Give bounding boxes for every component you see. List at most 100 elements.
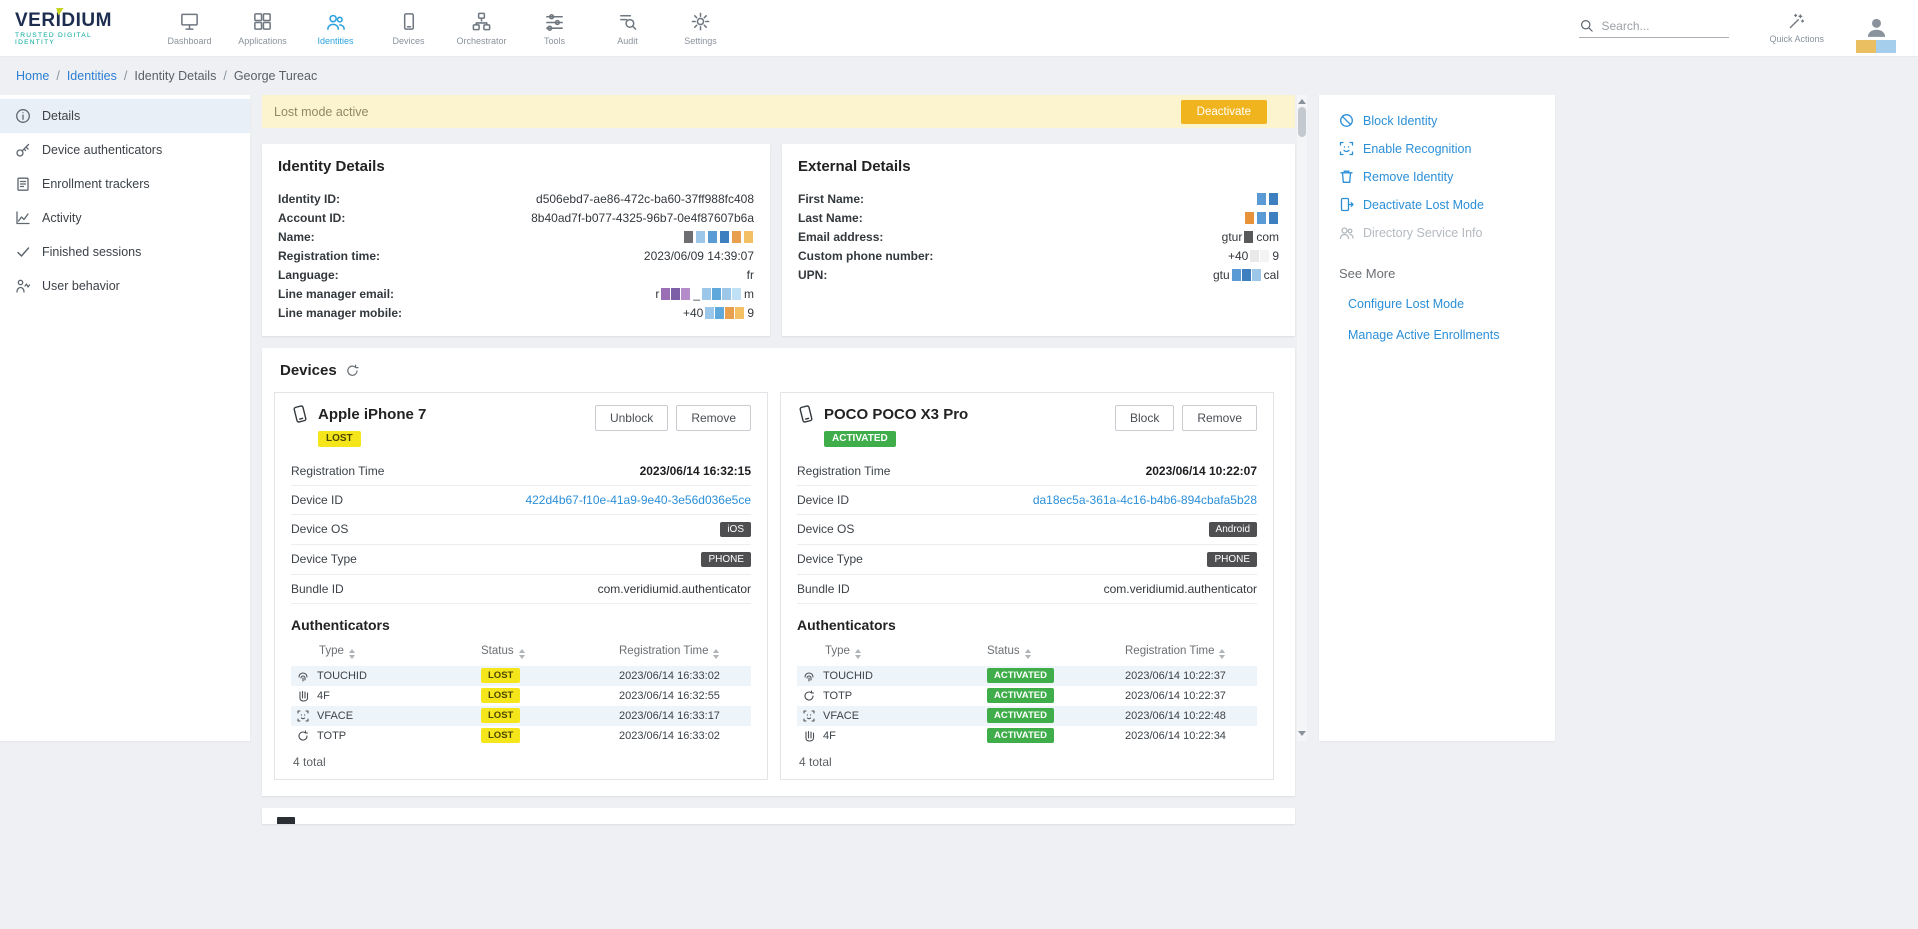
authenticator-row: VFACE LOST 2023/06/14 16:33:17 — [291, 706, 751, 726]
clipped-heading-fragment — [277, 817, 295, 824]
nav-item-dashboard[interactable]: Dashboard — [153, 0, 226, 56]
authenticators-title: Authenticators — [291, 617, 751, 633]
topbar-right: Quick Actions — [1579, 10, 1918, 47]
manage-active-enrollments-link[interactable]: Manage Active Enrollments — [1348, 328, 1541, 342]
nav-label: Applications — [238, 36, 287, 46]
identity-details-title: Identity Details — [278, 158, 754, 175]
scroll-up-arrow[interactable] — [1298, 99, 1306, 104]
devices-header: Devices — [280, 362, 1283, 379]
field-email-address: Email address: gtur com — [798, 227, 1279, 246]
nav-item-devices[interactable]: Devices — [372, 0, 445, 56]
remove-device-button[interactable]: Remove — [676, 405, 751, 431]
nav-item-orchestrator[interactable]: Orchestrator — [445, 0, 518, 56]
field-language: Language: fr — [278, 265, 754, 284]
sidebar-item-details[interactable]: Details — [0, 99, 250, 133]
user-menu[interactable] — [1856, 16, 1896, 53]
line-manager-email-redacted: r _ m — [655, 287, 754, 301]
sidebar-item-label: Enrollment trackers — [42, 177, 150, 191]
scrollbar-thumb[interactable] — [1298, 107, 1306, 137]
identity-actions-panel: Block Identity Enable Recognition Remove… — [1319, 95, 1555, 741]
authenticator-row: TOTP LOST 2023/06/14 16:33:02 — [291, 726, 751, 746]
nav-item-audit[interactable]: Audit — [591, 0, 664, 56]
nav-label: Dashboard — [167, 36, 211, 46]
nav-label: Tools — [544, 36, 565, 46]
quick-actions-button[interactable]: Quick Actions — [1769, 12, 1824, 44]
authenticators-table: Type Status Registration Time TOUCHID AC… — [797, 642, 1257, 746]
device-type-badge: PHONE — [1207, 552, 1257, 567]
nav-item-settings[interactable]: Settings — [664, 0, 737, 56]
nav-item-identities[interactable]: Identities — [299, 0, 372, 56]
nav-item-applications[interactable]: Applications — [226, 0, 299, 56]
sidebar-item-enrollment-trackers[interactable]: Enrollment trackers — [0, 167, 250, 201]
column-header-registration-time[interactable]: Registration Time — [1119, 642, 1257, 666]
totp-icon — [297, 730, 309, 742]
sort-icon — [1219, 649, 1225, 659]
devices-title: Devices — [280, 362, 337, 379]
first-name-redacted — [1257, 193, 1279, 205]
column-header-status[interactable]: Status — [981, 642, 1119, 666]
directory-people-icon — [1339, 225, 1354, 240]
deactivate-lost-mode-action[interactable]: Deactivate Lost Mode — [1339, 197, 1541, 212]
configure-lost-mode-link[interactable]: Configure Lost Mode — [1348, 297, 1541, 311]
breadcrumb-separator: / — [124, 69, 127, 83]
column-header-type[interactable]: Type — [797, 642, 981, 666]
device-os-row: Device OS Android — [797, 515, 1257, 545]
directory-service-info-action: Directory Service Info — [1339, 225, 1541, 240]
main-scrollbar[interactable] — [1297, 95, 1307, 741]
authenticators-total: 4 total — [291, 755, 751, 769]
tracker-clipboard-icon — [15, 176, 31, 192]
device-status-badge: LOST — [318, 431, 361, 447]
authenticator-status-badge: LOST — [481, 688, 520, 703]
block-identity-action[interactable]: Block Identity — [1339, 113, 1541, 128]
face-icon — [803, 710, 815, 722]
authenticator-row: 4F LOST 2023/06/14 16:32:55 — [291, 686, 751, 706]
deactivate-lost-mode-button[interactable]: Deactivate — [1181, 100, 1267, 124]
refresh-devices-icon[interactable] — [346, 364, 359, 377]
sort-icon — [1025, 649, 1031, 659]
field-first-name: First Name: — [798, 189, 1279, 208]
sidebar-item-activity[interactable]: Activity — [0, 201, 250, 235]
lost-mode-banner: Lost mode active Deactivate — [262, 95, 1295, 128]
search-icon[interactable] — [1579, 18, 1594, 33]
sidebar-item-device-authenticators[interactable]: Device authenticators — [0, 133, 250, 167]
sidebar-item-finished-sessions[interactable]: Finished sessions — [0, 235, 250, 269]
device-card-header: POCO POCO X3 Pro ACTIVATED Block Remove — [797, 405, 1257, 457]
field-line-manager-mobile: Line manager mobile: +40 9 — [278, 303, 754, 322]
sidebar-item-user-behavior[interactable]: User behavior — [0, 269, 250, 303]
search-input[interactable] — [1601, 19, 1713, 33]
nav-item-tools[interactable]: Tools — [518, 0, 591, 56]
field-registration-time: Registration time: 2023/06/09 14:39:07 — [278, 246, 754, 265]
name-redacted — [684, 231, 754, 243]
sort-icon — [519, 649, 525, 659]
unblock-device-button[interactable]: Unblock — [595, 405, 668, 431]
device-phone-icon — [291, 405, 309, 423]
device-id-row: Device ID da18ec5a-361a-4c16-b4b6-894cba… — [797, 486, 1257, 515]
user-name-redacted — [1856, 40, 1896, 53]
breadcrumb-identities[interactable]: Identities — [67, 69, 117, 83]
device-id-link[interactable]: da18ec5a-361a-4c16-b4b6-894cbafa5b28 — [1033, 493, 1257, 507]
enable-recognition-action[interactable]: Enable Recognition — [1339, 141, 1541, 156]
fingerprint-icon — [803, 670, 815, 682]
field-upn: UPN: gtu cal — [798, 265, 1279, 284]
field-account-id: Account ID: 8b40ad7f-b077-4325-96b7-0e4f… — [278, 208, 754, 227]
external-details-title: External Details — [798, 158, 1279, 175]
column-header-status[interactable]: Status — [475, 642, 613, 666]
authenticator-row: TOUCHID LOST 2023/06/14 16:33:02 — [291, 666, 751, 686]
veridium-logo[interactable]: VERIDIUM TRUSTED DIGITAL IDENTITY — [15, 11, 133, 46]
field-last-name: Last Name: — [798, 208, 1279, 227]
user-behavior-icon — [15, 278, 31, 294]
scroll-down-arrow[interactable] — [1298, 731, 1306, 736]
block-device-button[interactable]: Block — [1115, 405, 1174, 431]
bundle-id-row: Bundle ID com.veridiumid.authenticator — [291, 575, 751, 604]
identities-icon — [325, 11, 346, 32]
breadcrumb-home[interactable]: Home — [16, 69, 49, 83]
nav-label: Devices — [392, 36, 424, 46]
column-header-type[interactable]: Type — [291, 642, 475, 666]
topbar: VERIDIUM TRUSTED DIGITAL IDENTITY Dashbo… — [0, 0, 1918, 57]
device-id-link[interactable]: 422d4b67-f10e-41a9-9e40-3e56d036e5ce — [525, 493, 751, 507]
column-header-registration-time[interactable]: Registration Time — [613, 642, 751, 666]
device-name: Apple iPhone 7 — [318, 406, 426, 423]
remove-device-button[interactable]: Remove — [1182, 405, 1257, 431]
remove-identity-action[interactable]: Remove Identity — [1339, 169, 1541, 184]
authenticator-row: 4F ACTIVATED 2023/06/14 10:22:34 — [797, 726, 1257, 746]
